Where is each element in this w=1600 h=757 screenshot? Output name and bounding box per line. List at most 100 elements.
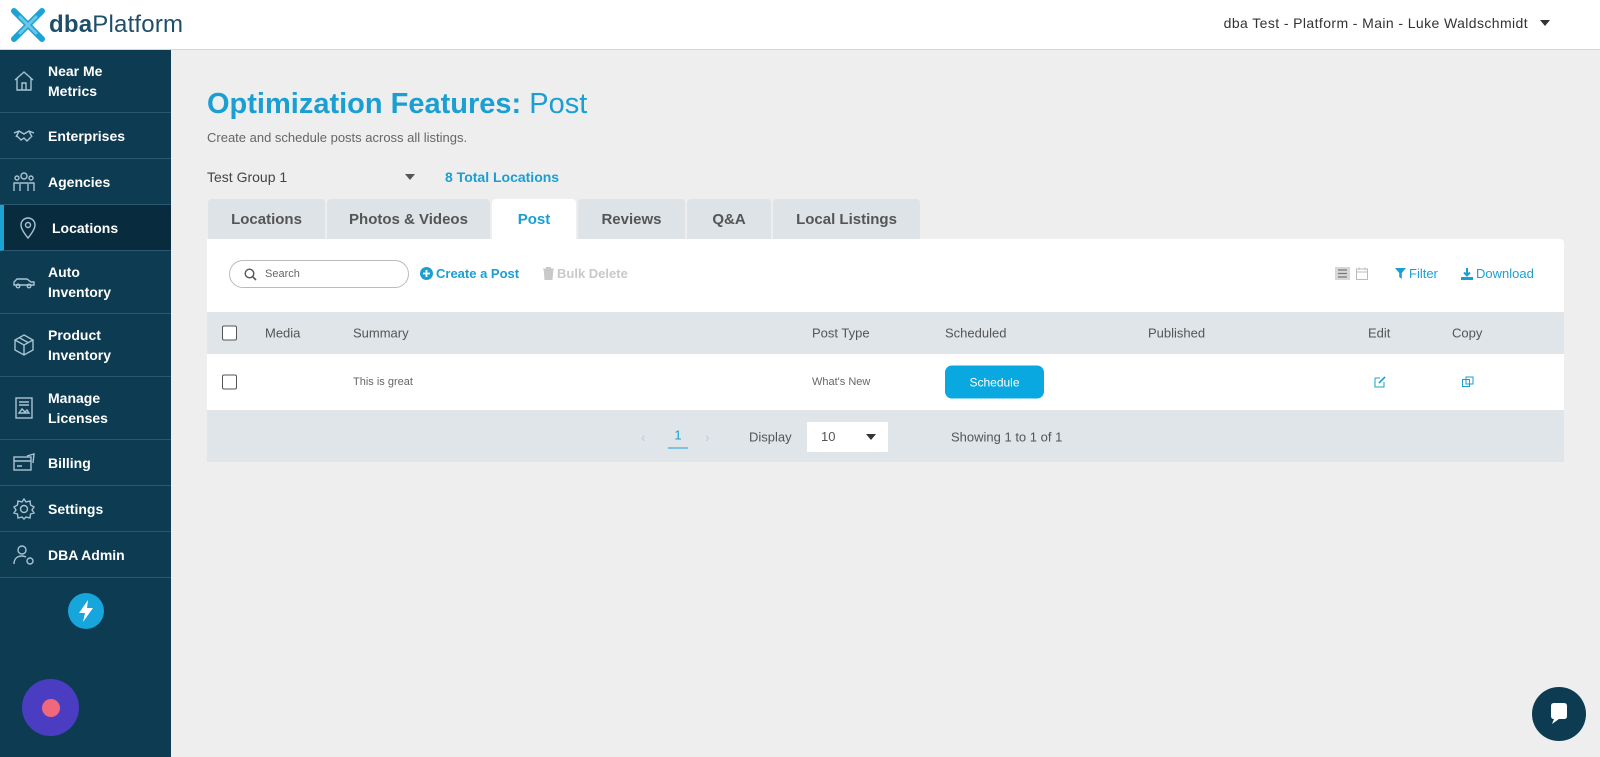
- search-input[interactable]: [265, 268, 395, 280]
- sidebar-item-near-me-metrics[interactable]: Near Me Metrics: [0, 50, 171, 113]
- tab-local-listings[interactable]: Local Listings: [773, 199, 920, 239]
- bulk-delete-label: Bulk Delete: [557, 266, 628, 281]
- chat-button[interactable]: [1532, 687, 1586, 741]
- sidebar-item-label: Locations: [52, 219, 119, 236]
- sidebar-item-label: DBA Admin: [48, 546, 125, 563]
- header-post-type: Post Type: [812, 325, 870, 341]
- page-number[interactable]: 1: [668, 428, 688, 449]
- logo-icon: [11, 7, 45, 42]
- lightning-icon: [79, 600, 93, 622]
- tab-qa[interactable]: Q&A: [687, 199, 771, 239]
- filter-label: Filter: [1409, 266, 1438, 281]
- tab-post[interactable]: Post: [492, 199, 576, 239]
- header-published: Published: [1148, 325, 1206, 341]
- billing-icon: [12, 451, 36, 475]
- download-icon: [1461, 267, 1473, 280]
- header-summary: Summary: [353, 325, 409, 341]
- box-icon: [12, 333, 36, 357]
- create-post-label: Create a Post: [436, 266, 520, 281]
- chat-icon: [1551, 703, 1567, 724]
- sidebar-item-label: Agencies: [48, 173, 111, 190]
- account-name: dba Test - Platform - Main - Luke Waldsc…: [1223, 15, 1528, 31]
- tab-reviews[interactable]: Reviews: [578, 199, 685, 239]
- sidebar-item-billing[interactable]: Billing: [0, 440, 171, 486]
- bulk-delete-button[interactable]: Bulk Delete: [543, 266, 628, 281]
- gear-icon: [12, 497, 36, 521]
- sidebar-item-label: Manage Licenses: [48, 390, 108, 426]
- sidebar-item-auto-inventory[interactable]: Auto Inventory: [0, 251, 171, 314]
- chevron-down-icon: [405, 174, 415, 180]
- showing-text: Showing 1 to 1 of 1: [951, 429, 1063, 444]
- license-icon: [12, 396, 36, 420]
- search-icon: [244, 267, 257, 281]
- sidebar-item-label: Auto Inventory: [48, 264, 112, 300]
- account-menu[interactable]: dba Test - Platform - Main - Luke Waldsc…: [1224, 15, 1550, 31]
- header-copy: Copy: [1452, 325, 1483, 341]
- select-all-checkbox[interactable]: [222, 325, 237, 341]
- display-label: Display: [749, 429, 792, 444]
- row-post-type: What's New: [812, 376, 871, 388]
- chevron-down-icon: [866, 433, 876, 440]
- edit-icon[interactable]: [1374, 376, 1386, 388]
- sidebar-item-label: Enterprises: [48, 127, 126, 144]
- trash-icon: [543, 267, 554, 280]
- sidebar-item-locations[interactable]: Locations: [0, 205, 171, 251]
- schedule-button[interactable]: Schedule: [945, 365, 1044, 399]
- prev-page-icon[interactable]: ‹: [641, 429, 646, 445]
- display-value: 10: [821, 429, 836, 444]
- sidebar-item-label: Billing: [48, 454, 91, 471]
- tab-locations[interactable]: Locations: [208, 199, 325, 239]
- row-summary: This is great: [353, 376, 413, 388]
- group-select-value: Test Group 1: [207, 169, 288, 185]
- filter-button[interactable]: Filter: [1395, 266, 1438, 281]
- search-box[interactable]: [229, 260, 409, 288]
- page-title: Optimization Features: Post: [207, 88, 588, 120]
- posts-panel: Create a Post Bulk Delete Filter Downloa…: [207, 239, 1564, 462]
- assistant-button[interactable]: [22, 679, 79, 736]
- logo[interactable]: dbaPlatform: [10, 7, 183, 43]
- calendar-view-icon[interactable]: [1356, 267, 1368, 280]
- handshake-icon: [12, 124, 36, 148]
- sidebar-item-label: Product Inventory: [48, 327, 112, 363]
- sidebar-item-manage-licenses[interactable]: Manage Licenses: [0, 377, 171, 440]
- header-scheduled: Scheduled: [945, 325, 1007, 341]
- main-content: Optimization Features: Post Create and s…: [207, 50, 1564, 462]
- people-icon: [12, 170, 36, 194]
- next-page-icon[interactable]: ›: [705, 429, 710, 445]
- group-select[interactable]: Test Group 1: [207, 169, 419, 185]
- pagination: ‹ 1 › Display 10 Showing 1 to 1 of 1: [207, 411, 1564, 462]
- total-locations-link[interactable]: 8 Total Locations: [445, 169, 559, 185]
- table-row: This is great What's New Schedule: [207, 354, 1564, 411]
- plus-circle-icon: [420, 267, 433, 280]
- tab-photos-videos[interactable]: Photos & Videos: [327, 199, 490, 239]
- row-checkbox[interactable]: [222, 374, 237, 390]
- header-edit: Edit: [1368, 325, 1391, 341]
- list-view-icon[interactable]: [1335, 267, 1350, 280]
- sidebar-item-product-inventory[interactable]: Product Inventory: [0, 314, 171, 377]
- sidebar-item-label: Settings: [48, 500, 104, 517]
- filter-icon: [1395, 268, 1406, 279]
- copy-icon[interactable]: [1462, 376, 1474, 388]
- chevron-down-icon: [1540, 20, 1550, 26]
- sidebar: Near Me Metrics Enterprises Agencies Loc…: [0, 50, 171, 757]
- sidebar-item-settings[interactable]: Settings: [0, 486, 171, 532]
- create-post-button[interactable]: Create a Post: [420, 266, 519, 281]
- download-button[interactable]: Download: [1461, 266, 1534, 281]
- car-icon: [12, 270, 36, 294]
- page-subtitle: Create and schedule posts across all lis…: [207, 130, 468, 145]
- view-toggle: [1335, 267, 1368, 280]
- sidebar-item-dba-admin[interactable]: DBA Admin: [0, 532, 171, 578]
- display-select[interactable]: 10: [807, 421, 888, 452]
- sidebar-item-enterprises[interactable]: Enterprises: [0, 113, 171, 159]
- table-header: Media Summary Post Type Scheduled Publis…: [207, 312, 1564, 354]
- quick-action-button[interactable]: [68, 593, 104, 629]
- header-media: Media: [265, 325, 301, 341]
- sidebar-item-agencies[interactable]: Agencies: [0, 159, 171, 205]
- toolbar: Create a Post Bulk Delete Filter Downloa…: [207, 239, 1564, 312]
- assistant-dot-icon: [41, 698, 60, 717]
- top-bar: dbaPlatform dba Test - Platform - Main -…: [0, 0, 1600, 50]
- map-pin-icon: [16, 216, 40, 240]
- sidebar-item-label: Near Me Metrics: [48, 63, 103, 99]
- download-label: Download: [1476, 266, 1534, 281]
- logo-text: dbaPlatform: [49, 10, 184, 38]
